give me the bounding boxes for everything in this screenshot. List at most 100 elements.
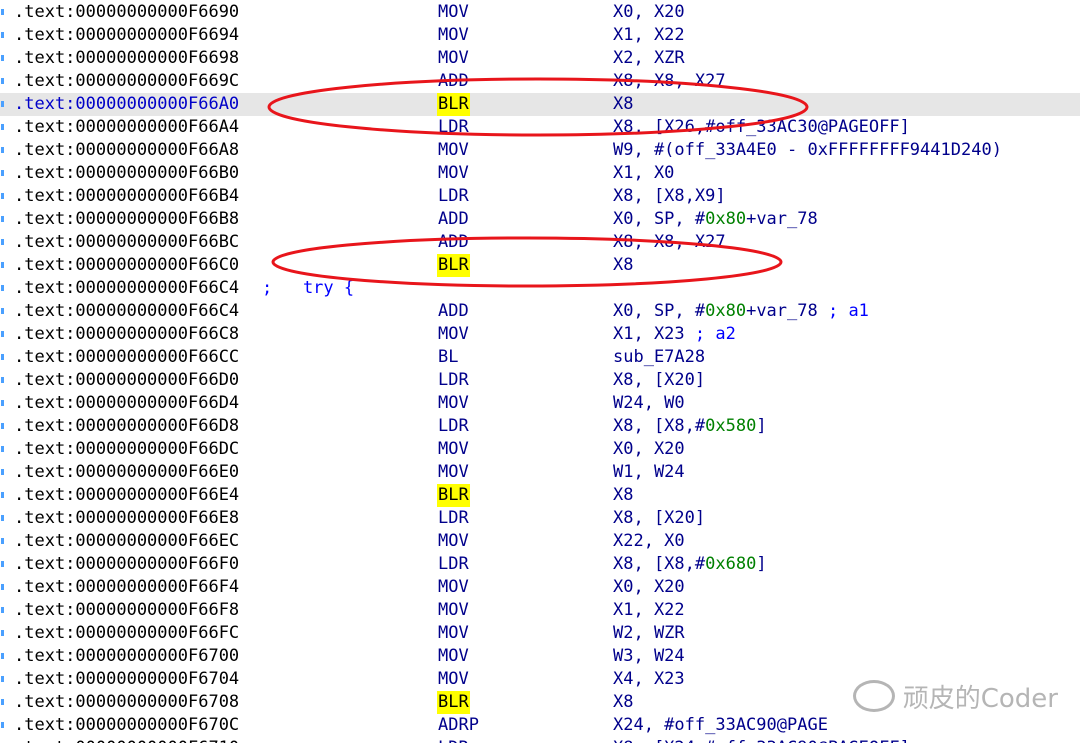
address-label[interactable]: .text:00000000000F6690 (14, 1, 239, 24)
mnemonic[interactable]: MOV (438, 576, 469, 599)
gutter-marker[interactable] (0, 645, 12, 668)
listing-row[interactable]: .text:00000000000F66E8 LDR X8, [X20] (0, 507, 1080, 530)
operands[interactable]: X2, XZR (613, 47, 685, 70)
gutter-marker[interactable] (0, 576, 12, 599)
gutter-marker[interactable] (0, 70, 12, 93)
operands[interactable]: X1, X23 ; a2 (613, 323, 736, 346)
mnemonic[interactable]: MOV (438, 24, 469, 47)
listing-row[interactable]: .text:00000000000F6698 MOV X2, XZR (0, 47, 1080, 70)
mnemonic[interactable]: MOV (438, 139, 469, 162)
listing-row[interactable]: .text:00000000000F66D8 LDR X8, [X8,#0x580] (0, 415, 1080, 438)
operands[interactable]: X0, SP, #0x80+var_78 ; a1 (613, 300, 869, 323)
operands[interactable]: X0, X20 (613, 1, 685, 24)
highlighted-mnemonic[interactable]: BLR (437, 691, 470, 714)
listing-row[interactable]: .text:00000000000F66A8 MOV W9, #(off_33A4E… (0, 139, 1080, 162)
address-label[interactable]: .text:00000000000F66B0 (14, 162, 239, 185)
gutter-marker[interactable] (0, 622, 12, 645)
listing-row[interactable]: .text:00000000000F66CC BL sub_E7A28 (0, 346, 1080, 369)
gutter-marker[interactable] (0, 231, 12, 254)
address-label[interactable]: .text:00000000000F66C4 (14, 277, 239, 300)
mnemonic[interactable]: LDR (438, 737, 469, 743)
mnemonic[interactable]: LDR (438, 553, 469, 576)
gutter-marker[interactable] (0, 116, 12, 139)
address-label[interactable]: .text:00000000000F66F8 (14, 599, 239, 622)
operands[interactable]: W9, #(off_33A4E0 - 0xFFFFFFFF9441D240) (613, 139, 1002, 162)
highlighted-mnemonic[interactable]: BLR (437, 484, 470, 507)
gutter-marker[interactable] (0, 714, 12, 737)
operands[interactable]: W1, W24 (613, 461, 685, 484)
mnemonic[interactable]: LDR (438, 185, 469, 208)
mnemonic[interactable]: LDR (438, 116, 469, 139)
operands[interactable]: X0, X20 (613, 438, 685, 461)
gutter-marker[interactable] (0, 553, 12, 576)
address-label[interactable]: .text:00000000000F66C8 (14, 323, 239, 346)
operands[interactable]: X24, #off_33AC90@PAGE (613, 714, 828, 737)
gutter-marker[interactable] (0, 484, 12, 507)
gutter-marker[interactable] (0, 323, 12, 346)
mnemonic[interactable]: MOV (438, 530, 469, 553)
gutter-marker[interactable] (0, 24, 12, 47)
address-label[interactable]: .text:00000000000F66D8 (14, 415, 239, 438)
address-label[interactable]: .text:00000000000F66BC (14, 231, 239, 254)
mnemonic[interactable]: MOV (438, 47, 469, 70)
address-label[interactable]: .text:00000000000F66F0 (14, 553, 239, 576)
mnemonic[interactable]: MOV (438, 645, 469, 668)
operands[interactable]: X8, [X20] (613, 507, 705, 530)
gutter-marker[interactable] (0, 185, 12, 208)
address-label[interactable]: .text:00000000000F66B8 (14, 208, 239, 231)
operands[interactable]: X8 (613, 93, 633, 116)
operands[interactable]: X8 (613, 254, 633, 277)
listing-row[interactable]: .text:00000000000F66A4 LDR X8, [X26,#off_3… (0, 116, 1080, 139)
gutter-marker[interactable] (0, 691, 12, 714)
gutter-marker[interactable] (0, 1, 12, 24)
address-label[interactable]: .text:00000000000F66EC (14, 530, 239, 553)
mnemonic[interactable]: MOV (438, 438, 469, 461)
mnemonic[interactable]: LDR (438, 369, 469, 392)
address-label[interactable]: .text:00000000000F6698 (14, 47, 239, 70)
listing-row[interactable]: .text:00000000000F66FC MOV W2, WZR (0, 622, 1080, 645)
operands[interactable]: W3, W24 (613, 645, 685, 668)
mnemonic[interactable]: MOV (438, 323, 469, 346)
listing-row[interactable]: .text:00000000000F670C ADRP X24, #off_33AC… (0, 714, 1080, 737)
gutter-marker[interactable] (0, 346, 12, 369)
mnemonic[interactable]: ADD (438, 231, 469, 254)
listing-row[interactable]: .text:00000000000F6710 LDR X8, [X24,#off_3… (0, 737, 1080, 743)
gutter-marker[interactable] (0, 369, 12, 392)
address-label[interactable]: .text:00000000000F6708 (14, 691, 239, 714)
listing-row[interactable]: .text:00000000000F66F8 MOV X1, X22 (0, 599, 1080, 622)
mnemonic[interactable]: LDR (438, 507, 469, 530)
address-label[interactable]: .text:00000000000F66D0 (14, 369, 239, 392)
address-label[interactable]: .text:00000000000F66A4 (14, 116, 239, 139)
gutter-marker[interactable] (0, 277, 12, 300)
listing-row[interactable]: .text:00000000000F6694 MOV X1, X22 (0, 24, 1080, 47)
address-label[interactable]: .text:00000000000F6694 (14, 24, 239, 47)
address-label[interactable]: .text:00000000000F66A8 (14, 139, 239, 162)
listing-row[interactable]: .text:00000000000F6700 MOV W3, W24 (0, 645, 1080, 668)
gutter-marker[interactable] (0, 93, 12, 116)
operands[interactable]: X8 (613, 691, 633, 714)
mnemonic[interactable]: MOV (438, 599, 469, 622)
gutter-marker[interactable] (0, 300, 12, 323)
listing-row[interactable]: .text:00000000000F66C4 ADD X0, SP, #0x80+v… (0, 300, 1080, 323)
operands[interactable]: X22, X0 (613, 530, 685, 553)
listing-row[interactable]: .text:00000000000F66D0 LDR X8, [X20] (0, 369, 1080, 392)
mnemonic[interactable]: LDR (438, 415, 469, 438)
listing-row[interactable]: .text:00000000000F66E4 BLR X8 (0, 484, 1080, 507)
address-label[interactable]: .text:00000000000F66E8 (14, 507, 239, 530)
mnemonic[interactable]: MOV (438, 461, 469, 484)
listing-row[interactable]: .text:00000000000F66F4 MOV X0, X20 (0, 576, 1080, 599)
listing-row[interactable]: .text:00000000000F66B4 LDR X8, [X8,X9] (0, 185, 1080, 208)
gutter-marker[interactable] (0, 415, 12, 438)
mnemonic[interactable]: MOV (438, 1, 469, 24)
mnemonic[interactable]: MOV (438, 162, 469, 185)
operands[interactable]: X8, [X8,#0x680] (613, 553, 767, 576)
mnemonic[interactable]: ADD (438, 208, 469, 231)
address-label[interactable]: .text:00000000000F66CC (14, 346, 239, 369)
operands[interactable]: X0, SP, #0x80+var_78 (613, 208, 818, 231)
operands[interactable]: X8, [X24,#off_33AC90@PAGEOFF] (613, 737, 910, 743)
operands[interactable]: X8 (613, 484, 633, 507)
listing-row[interactable]: .text:00000000000F66DC MOV X0, X20 (0, 438, 1080, 461)
gutter-marker[interactable] (0, 47, 12, 70)
operands[interactable]: X8, [X8,X9] (613, 185, 726, 208)
address-label[interactable]: .text:00000000000F669C (14, 70, 239, 93)
